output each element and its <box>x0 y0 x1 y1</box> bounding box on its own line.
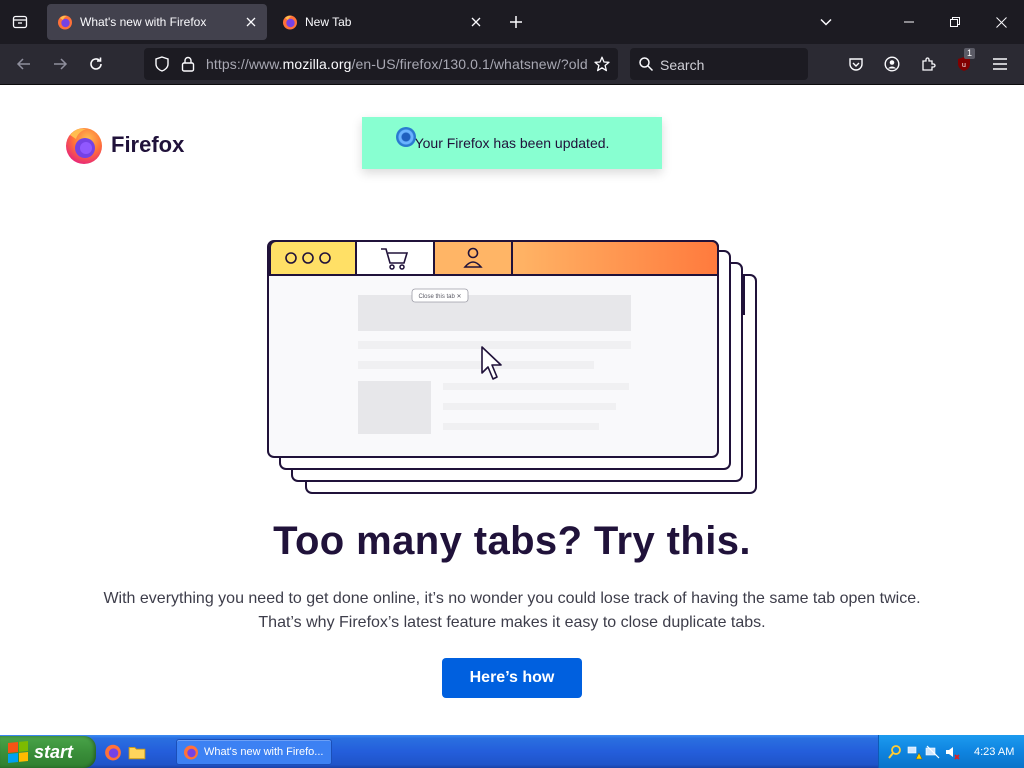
close-tab-button[interactable] <box>239 10 263 34</box>
tab-new-tab[interactable]: New Tab <box>272 4 492 40</box>
back-arrow-icon <box>16 58 30 70</box>
firefox-logo-icon <box>66 128 102 164</box>
extensions-button[interactable] <box>914 50 942 78</box>
body-line-2: That’s why Firefox’s latest feature make… <box>258 614 766 631</box>
reload-button[interactable] <box>82 50 110 78</box>
account-icon <box>884 56 900 72</box>
start-label: start <box>34 741 74 762</box>
firefox-wordmark: Firefox <box>111 132 185 157</box>
close-tab-button[interactable] <box>464 10 488 34</box>
body-text: With everything you need to get done onl… <box>60 587 964 635</box>
account-button[interactable] <box>878 50 906 78</box>
url-path: /en-US/firefox/130.0.1/whatsnew/?oldv <box>351 56 588 72</box>
back-button[interactable] <box>10 50 38 78</box>
firefox-view-icon <box>12 15 28 29</box>
app-menu-button[interactable] <box>986 50 1014 78</box>
close-window-button[interactable] <box>978 0 1024 44</box>
minimize-button[interactable] <box>886 0 932 44</box>
chevron-down-icon <box>820 18 832 26</box>
bookmark-button[interactable] <box>590 52 614 76</box>
windows-logo-icon <box>8 740 28 764</box>
firefox-favicon-icon <box>184 745 198 760</box>
headline: Too many tabs? Try this. <box>273 519 751 563</box>
close-icon <box>471 17 481 27</box>
tabs-illustration: Close this tab ✕ <box>267 240 757 494</box>
tracking-protection-button[interactable] <box>150 52 174 76</box>
shield-icon <box>155 56 169 72</box>
plus-icon <box>510 16 522 28</box>
network-disconnected-icon[interactable] <box>925 744 941 760</box>
address-bar[interactable]: https://www.mozilla.org/en-US/firefox/13… <box>144 48 618 80</box>
reload-icon <box>90 57 102 70</box>
taskbar: start What's new with Firefo... 4:23 AM <box>0 735 1024 768</box>
tab-strip: What's new with Firefox New Tab <box>0 0 1024 44</box>
firefox-favicon-icon <box>58 15 72 30</box>
web-page: Firefox Your Firefox has been updated. C… <box>0 85 1024 735</box>
firefox-brand[interactable]: Firefox <box>64 125 184 165</box>
pocket-icon <box>849 58 863 71</box>
forward-button[interactable] <box>46 50 74 78</box>
new-tab-button[interactable] <box>502 8 530 36</box>
puzzle-icon <box>922 57 936 71</box>
hamburger-menu-icon <box>993 58 1007 70</box>
firefox-view-button[interactable] <box>6 8 34 36</box>
svg-text:u: u <box>962 62 966 69</box>
navigation-toolbar: https://www.mozilla.org/en-US/firefox/13… <box>0 44 1024 85</box>
minimize-icon <box>904 21 914 23</box>
restore-icon <box>950 17 960 27</box>
heres-how-button[interactable]: Here’s how <box>442 658 582 698</box>
network-warning-icon[interactable] <box>906 744 922 760</box>
system-tray: 4:23 AM <box>878 735 1024 768</box>
ublock-extension-button[interactable]: u 1 <box>950 48 978 78</box>
firefox-favicon-icon <box>283 15 297 30</box>
close-icon <box>995 16 1007 28</box>
firefox-quicklaunch-icon[interactable] <box>104 743 122 761</box>
star-icon <box>594 56 610 72</box>
extension-badge-count: 1 <box>964 48 976 59</box>
tab-whats-new[interactable]: What's new with Firefox <box>47 4 267 40</box>
quick-launch <box>104 743 146 761</box>
close-icon <box>246 17 256 27</box>
search-tray-icon[interactable] <box>887 744 903 760</box>
lock-icon <box>181 56 195 72</box>
pocket-button[interactable] <box>842 50 870 78</box>
taskbar-window-firefox[interactable]: What's new with Firefo... <box>176 739 332 765</box>
loading-cursor-icon <box>396 127 416 147</box>
clock: 4:23 AM <box>974 745 1015 758</box>
url-host: mozilla.org <box>282 56 352 72</box>
body-line-1: With everything you need to get done onl… <box>103 590 921 607</box>
search-icon <box>639 57 654 72</box>
url-prefix: https://www. <box>206 56 283 72</box>
start-button[interactable]: start <box>0 736 96 768</box>
tab-title: New Tab <box>305 15 352 29</box>
tab-title: What's new with Firefox <box>80 15 207 29</box>
restore-button[interactable] <box>932 0 978 44</box>
list-all-tabs-button[interactable] <box>812 8 840 36</box>
url-text[interactable]: https://www.mozilla.org/en-US/firefox/13… <box>206 56 588 72</box>
folder-quicklaunch-icon[interactable] <box>128 743 146 761</box>
site-info-button[interactable] <box>176 52 200 76</box>
illustration-tooltip: Close this tab ✕ <box>418 294 461 300</box>
search-placeholder: Search <box>660 57 705 73</box>
update-notice-text: Your Firefox has been updated. <box>414 135 610 151</box>
search-bar[interactable]: Search <box>630 48 808 80</box>
forward-arrow-icon <box>54 58 68 70</box>
taskbar-window-title: What's new with Firefo... <box>204 746 324 758</box>
volume-muted-icon[interactable] <box>944 744 960 760</box>
